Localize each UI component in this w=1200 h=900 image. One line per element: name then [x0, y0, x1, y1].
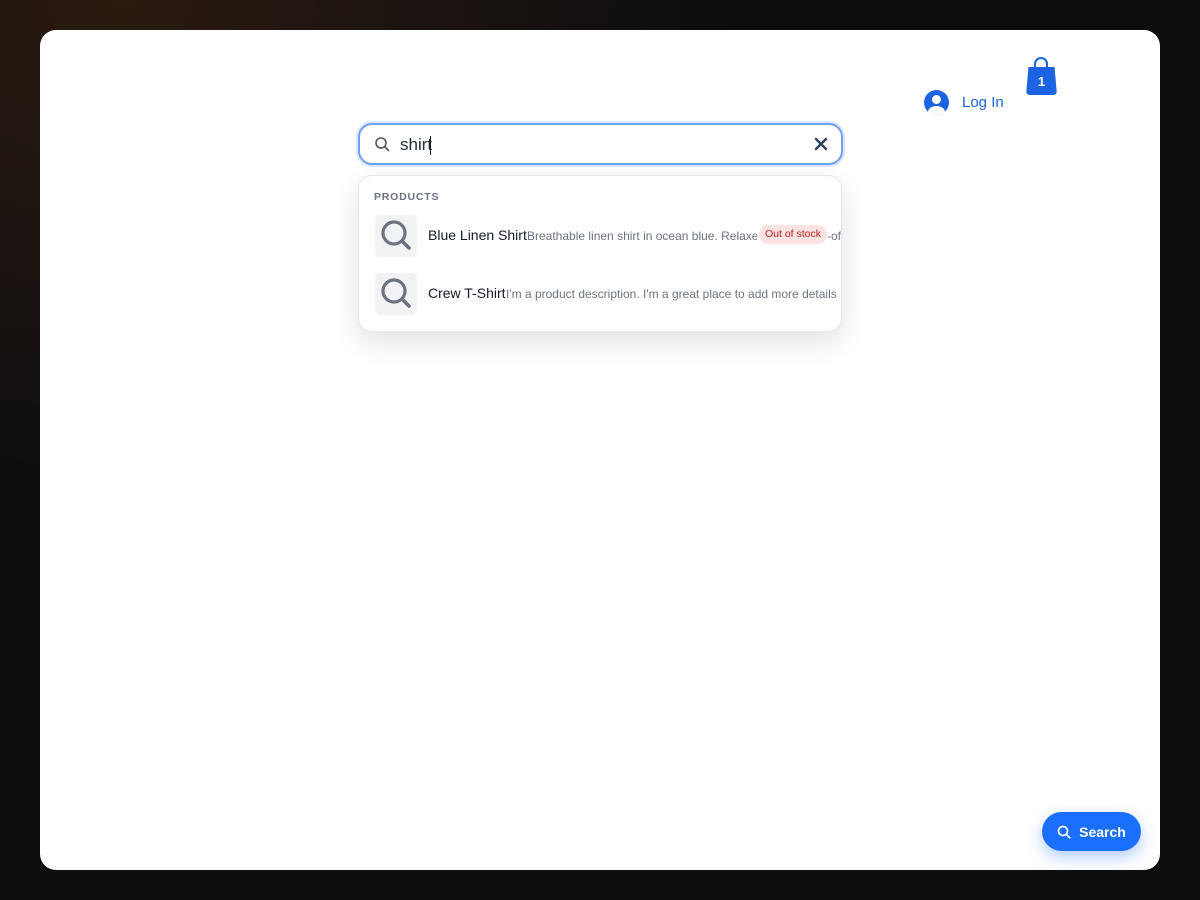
product-name: Crew T-Shirt: [428, 285, 506, 301]
search-input[interactable]: [400, 131, 800, 159]
clear-icon[interactable]: [812, 135, 830, 153]
cart-button[interactable]: 1: [1026, 56, 1058, 96]
search-icon: [1057, 825, 1071, 839]
search-suggestions-dropdown: PRODUCTS Blue Linen Shirt Breathable lin…: [358, 175, 842, 332]
product-description-tail: -of-: [827, 229, 842, 243]
product-thumbnail: [375, 273, 417, 315]
user-avatar-icon: [924, 89, 949, 115]
status-badge: Out of stock: [759, 225, 828, 244]
product-description: I'm a product description. I'm a great p…: [506, 287, 837, 301]
login-button[interactable]: Log In: [924, 89, 1004, 115]
product-thumbnail: [375, 215, 417, 257]
search-icon: [381, 278, 411, 308]
floating-search-button[interactable]: Search: [1042, 812, 1141, 851]
product-description: Breathable linen shirt in ocean blue. Re…: [527, 229, 757, 243]
product-name: Blue Linen Shirt: [428, 227, 527, 243]
search-icon: [381, 220, 411, 250]
floating-search-label: Search: [1079, 823, 1126, 840]
search-field[interactable]: [358, 123, 843, 165]
cart-count-badge: 1: [1037, 74, 1046, 89]
list-item[interactable]: Crew T-Shirt I'm a product description. …: [359, 269, 841, 319]
page-frame: Log In 1 PRODUCTS Blue Linen Shirt: [40, 30, 1160, 870]
section-title: PRODUCTS: [374, 191, 440, 203]
list-item[interactable]: Blue Linen Shirt Breathable linen shirt …: [359, 211, 842, 261]
login-label: Log In: [962, 93, 1004, 111]
text-caret: [430, 136, 431, 155]
search-icon: [375, 137, 390, 152]
